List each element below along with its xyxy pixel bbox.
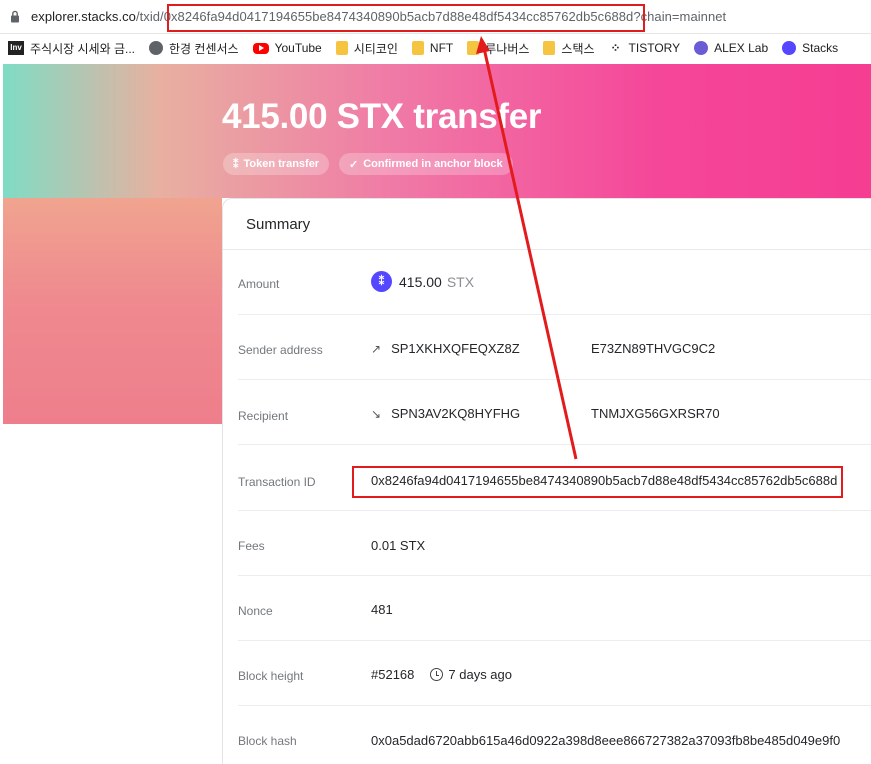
- block-height-label: Block height: [238, 669, 304, 683]
- bookmark-label: 한경 컨센서스: [169, 41, 239, 56]
- sender-address-head: SP1XKHXQFEQXZ8Z: [391, 341, 520, 356]
- arrow-down-right-icon: ↘: [371, 406, 382, 421]
- sender-address-tail[interactable]: E73ZN89THVGC9C2: [591, 341, 715, 356]
- folder-icon: [411, 41, 424, 55]
- block-height-row: Block height #52168 7 days ago: [238, 641, 871, 706]
- txid-label: Transaction ID: [238, 475, 316, 489]
- alex-icon: [694, 41, 709, 55]
- amount-label: Amount: [238, 277, 280, 291]
- bookmark-investing[interactable]: Inv 주식시장 시세와 금...: [8, 40, 135, 57]
- summary-card: Summary Amount ⁑ 415.00 STX Sender addre…: [222, 198, 871, 764]
- arrow-up-right-icon: ↗: [371, 341, 382, 356]
- amount-row: Amount ⁑ 415.00 STX: [238, 250, 871, 315]
- bookmark-folder-citycoin[interactable]: 시티코인: [335, 40, 398, 57]
- bookmark-label: ALEX Lab: [714, 41, 769, 55]
- nonce-row: Nonce 481: [238, 576, 871, 641]
- url-txid: 0x8246fa94d0417194655be8474340890b5acb7d…: [163, 9, 634, 24]
- bookmark-folder-lunaverse[interactable]: 루나버스: [467, 40, 529, 57]
- folder-icon: [335, 41, 348, 55]
- recipient-address-tail[interactable]: TNMJXG56GXRSR70: [591, 406, 720, 421]
- tag-label: Token transfer: [243, 158, 320, 170]
- recipient-row: Recipient ↘ SPN3AV2KQ8HYFHG TNMJXG56GXRS…: [238, 380, 871, 445]
- url-path-prefix: /txid/: [135, 9, 164, 24]
- txid-value[interactable]: 0x8246fa94d0417194655be8474340890b5acb7d…: [371, 473, 837, 488]
- bookmark-alex-lab[interactable]: ALEX Lab: [694, 41, 768, 55]
- globe-icon: [149, 41, 163, 55]
- inv-icon: Inv: [8, 41, 24, 55]
- check-icon: ✓: [349, 158, 359, 171]
- clock-icon: [430, 668, 444, 681]
- confirmed-status-tag: ✓ Confirmed in anchor block: [339, 153, 513, 175]
- bookmark-label: 스택스: [561, 41, 595, 56]
- fees-label: Fees: [238, 539, 265, 553]
- bookmark-youtube[interactable]: YouTube: [252, 41, 322, 55]
- url-query: ?chain=mainnet: [633, 9, 727, 24]
- youtube-icon: [252, 42, 269, 54]
- amount-value: ⁑ 415.00 STX: [371, 271, 474, 292]
- bookmark-tistory[interactable]: ⁘ TISTORY: [609, 41, 681, 55]
- fees-value: 0.01 STX: [371, 538, 426, 553]
- hero-banner-side: [3, 198, 222, 424]
- txid-row: Transaction ID 0x8246fa94d0417194655be84…: [238, 446, 871, 511]
- amount-unit: STX: [446, 273, 475, 290]
- bookmark-consensus[interactable]: 한경 컨센서스: [149, 40, 239, 57]
- recipient-address-head: SPN3AV2KQ8HYFHG: [391, 406, 521, 421]
- bookmark-label: 주식시장 시세와 금...: [30, 41, 135, 56]
- nonce-value: 481: [371, 602, 393, 617]
- tistory-icon: ⁘: [610, 41, 621, 55]
- bookmark-label: 시티코인: [353, 41, 398, 56]
- amount-number: 415.00: [399, 273, 442, 290]
- bookmark-label: NFT: [429, 41, 454, 55]
- block-height-link[interactable]: #52168: [371, 667, 414, 682]
- block-hash-row: Block hash 0x0a5dad6720abb615a46d0922a39…: [238, 706, 871, 764]
- bookmark-folder-stacks[interactable]: 스택스: [543, 40, 595, 57]
- bookmark-label: TISTORY: [628, 41, 681, 55]
- sender-label: Sender address: [238, 343, 323, 357]
- bookmark-stacks[interactable]: Stacks: [782, 41, 838, 55]
- url-text[interactable]: explorer.stacks.co/txid/0x8246fa94d04171…: [31, 9, 726, 24]
- block-height-value: #52168 7 days ago: [371, 667, 512, 682]
- stacks-icon: ⁑: [233, 158, 239, 171]
- stacks-icon: [782, 41, 797, 55]
- folder-icon: [543, 41, 556, 55]
- lock-icon: [11, 10, 19, 23]
- bookmark-label: YouTube: [274, 41, 322, 55]
- stx-token-icon: ⁑: [371, 271, 392, 292]
- sender-row: Sender address ↗ SP1XKHXQFEQXZ8Z E73ZN89…: [238, 315, 871, 380]
- nonce-label: Nonce: [238, 604, 273, 618]
- recipient-label: Recipient: [238, 409, 289, 423]
- bookmark-label: 루나버스: [485, 41, 530, 56]
- bookmarks-bar: Inv 주식시장 시세와 금... 한경 컨센서스 YouTube 시티코인 N…: [0, 34, 871, 62]
- url-domain: explorer.stacks.co: [31, 9, 136, 24]
- block-hash-label: Block hash: [238, 734, 297, 748]
- token-transfer-tag: ⁑ Token transfer: [223, 153, 330, 175]
- sender-address-link[interactable]: ↗ SP1XKHXQFEQXZ8Z: [371, 341, 520, 356]
- fees-row: Fees 0.01 STX: [238, 511, 871, 576]
- bookmark-label: Stacks: [802, 41, 839, 55]
- block-time: 7 days ago: [448, 667, 512, 682]
- block-hash-value[interactable]: 0x0a5dad6720abb615a46d0922a398d8eee86672…: [371, 733, 840, 748]
- tag-label: Confirmed in anchor block: [363, 158, 503, 170]
- recipient-address-link[interactable]: ↘ SPN3AV2KQ8HYFHG: [371, 406, 520, 421]
- summary-title: Summary: [246, 216, 311, 233]
- address-bar[interactable]: explorer.stacks.co/txid/0x8246fa94d04171…: [0, 0, 871, 34]
- bookmark-folder-nft[interactable]: NFT: [411, 41, 454, 55]
- page-title: 415.00 STX transfer: [222, 97, 542, 136]
- folder-icon: [467, 41, 480, 55]
